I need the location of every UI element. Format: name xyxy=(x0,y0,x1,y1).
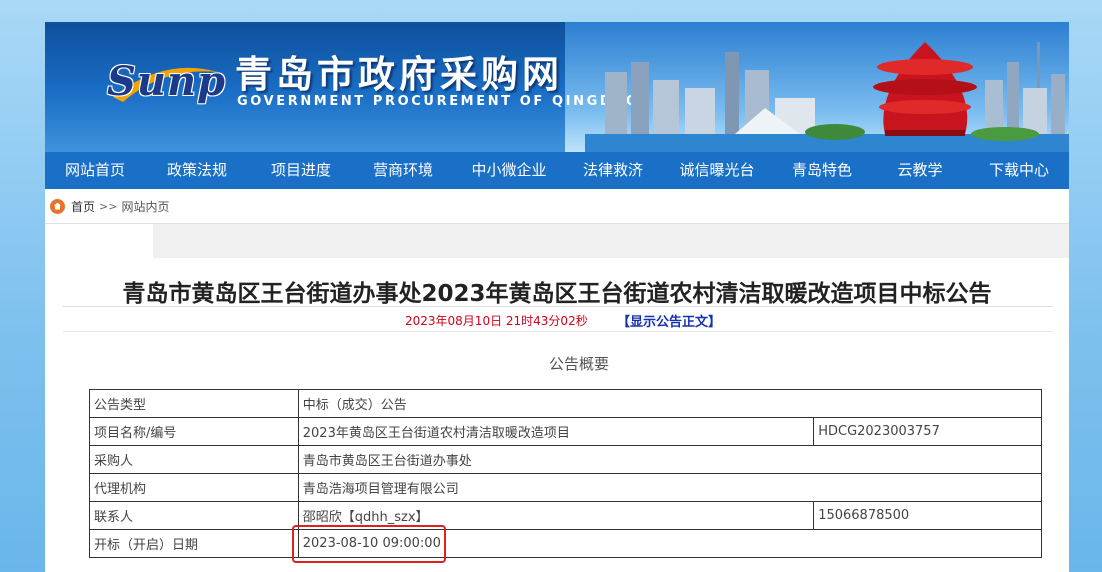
tab-active xyxy=(45,224,153,258)
breadcrumb-separator: >> xyxy=(99,199,118,213)
nav-item-credit-exposure[interactable]: 诚信曝光台 xyxy=(661,152,773,189)
row-extra: 15066878500 xyxy=(813,501,1042,530)
table-row: 项目名称/编号 2023年黄岛区王台街道农村清洁取暖改造项目 HDCG20230… xyxy=(89,417,1042,446)
table-row: 联系人 邵昭欣【qdhh_szx】 15066878500 xyxy=(89,501,1042,530)
row-value: 2023年黄岛区王台街道农村清洁取暖改造项目 xyxy=(297,417,815,446)
publish-date: 2023年08月10日 21时43分02秒 xyxy=(405,314,588,328)
nav-item-cloud-teaching[interactable]: 云教学 xyxy=(871,152,969,189)
site-title: 青岛市政府采购网 xyxy=(235,53,563,96)
row-label: 公告类型 xyxy=(89,389,299,418)
row-label: 联系人 xyxy=(89,501,299,530)
site-subtitle: GOVERNMENT PROCUREMENT OF QINGDAO xyxy=(237,94,640,109)
row-value: 中标（成交）公告 xyxy=(297,389,1043,418)
nav-item-legal-relief[interactable]: 法律救济 xyxy=(565,152,661,189)
breadcrumb-home[interactable]: 首页 xyxy=(71,198,95,215)
city-skyline-illustration xyxy=(585,42,1069,152)
summary-heading: 公告概要 xyxy=(548,355,609,373)
site-banner: Sunp 青岛市政府采购网 GOVERNMENT PROCUREMENT OF … xyxy=(45,22,1069,152)
show-announcement-link[interactable]: 【显示公告正文】 xyxy=(617,311,721,330)
article-title: 青岛市黄岛区王台街道办事处2023年黄岛区王台街道农村清洁取暖改造项目中标公告 xyxy=(122,281,992,307)
nav-item-download[interactable]: 下载中心 xyxy=(969,152,1069,189)
table-row: 采购人 青岛市黄岛区王台街道办事处 xyxy=(89,445,1043,474)
table-row: 公告类型 中标（成交）公告 xyxy=(89,389,1043,418)
breadcrumb: 首页 >> 网站内页 xyxy=(45,189,1069,224)
row-extra: HDCG2023003757 xyxy=(813,417,1042,446)
row-label: 代理机构 xyxy=(89,473,299,502)
page-container: Sunp 青岛市政府采购网 GOVERNMENT PROCUREMENT OF … xyxy=(45,22,1069,572)
nav-item-progress[interactable]: 项目进度 xyxy=(249,152,353,189)
nav-item-policy[interactable]: 政策法规 xyxy=(145,152,249,189)
title-divider xyxy=(63,306,1053,307)
row-value: 青岛浩海项目管理有限公司 xyxy=(297,473,1043,502)
row-value: 青岛市黄岛区王台街道办事处 xyxy=(297,445,1043,474)
nav-item-sme[interactable]: 中小微企业 xyxy=(453,152,565,189)
nav-item-home[interactable]: 网站首页 xyxy=(45,152,145,189)
table-row: 开标（开启）日期 2023-08-10 09:00:00 xyxy=(89,529,1043,558)
home-icon xyxy=(50,198,65,214)
highlight-box xyxy=(292,525,446,563)
announcement-summary-table: 公告类型 中标（成交）公告 项目名称/编号 2023年黄岛区王台街道农村清洁取暖… xyxy=(89,389,1043,558)
site-logo[interactable]: Sunp xyxy=(107,58,226,105)
tab-strip xyxy=(45,224,1069,258)
nav-item-business-env[interactable]: 营商环境 xyxy=(353,152,453,189)
nav-item-qingdao-feature[interactable]: 青岛特色 xyxy=(773,152,871,189)
table-row: 代理机构 青岛浩海项目管理有限公司 xyxy=(89,473,1043,502)
breadcrumb-current: 网站内页 xyxy=(121,199,170,214)
main-nav: 网站首页 政策法规 项目进度 营商环境 中小微企业 法律救济 诚信曝光台 青岛特… xyxy=(45,152,1069,189)
header-divider xyxy=(63,331,1053,332)
row-label: 开标（开启）日期 xyxy=(89,529,299,558)
row-label: 项目名称/编号 xyxy=(89,417,299,446)
row-label: 采购人 xyxy=(89,445,299,474)
